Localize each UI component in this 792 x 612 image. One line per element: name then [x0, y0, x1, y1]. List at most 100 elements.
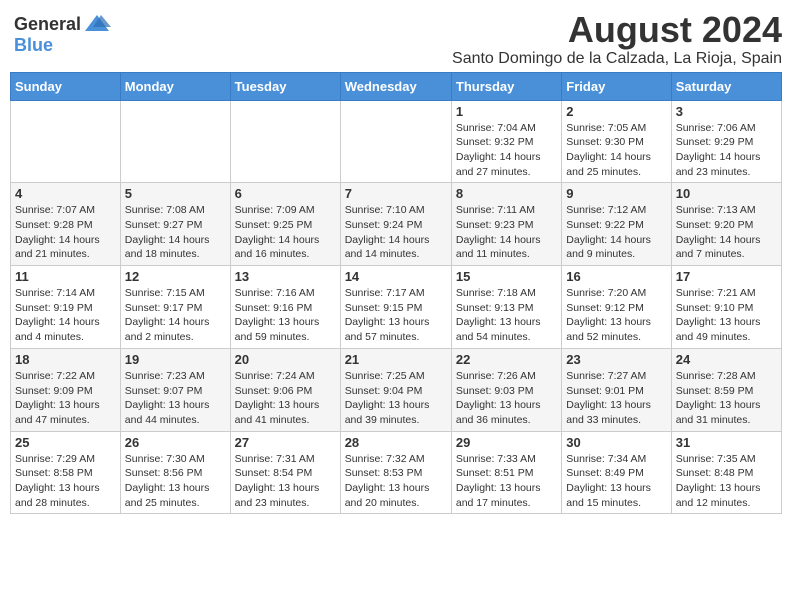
day-number: 11: [15, 269, 116, 284]
day-number: 3: [676, 104, 777, 119]
calendar-cell: 17Sunrise: 7:21 AM Sunset: 9:10 PM Dayli…: [671, 266, 781, 349]
calendar-day-header: Friday: [562, 72, 671, 100]
day-info: Sunrise: 7:06 AM Sunset: 9:29 PM Dayligh…: [676, 121, 777, 180]
title-area: August 2024 Santo Domingo de la Calzada,…: [115, 10, 782, 68]
calendar-body: 1Sunrise: 7:04 AM Sunset: 9:32 PM Daylig…: [11, 100, 782, 514]
calendar-week-row: 11Sunrise: 7:14 AM Sunset: 9:19 PM Dayli…: [11, 266, 782, 349]
day-info: Sunrise: 7:34 AM Sunset: 8:49 PM Dayligh…: [566, 452, 666, 511]
day-number: 13: [235, 269, 336, 284]
calendar-cell: 18 Sunrise: 7:22 AM Sunset: 9:09 PM Dayli…: [11, 348, 121, 431]
calendar-day-header: Wednesday: [340, 72, 451, 100]
calendar-day-header: Tuesday: [230, 72, 340, 100]
day-info: Sunrise: 7:22 AM Sunset: 9:09 PM Dayligh…: [15, 369, 116, 428]
day-number: 22: [456, 352, 557, 367]
day-number: 19: [125, 352, 226, 367]
day-number: 24: [676, 352, 777, 367]
calendar-cell: 23 Sunrise: 7:27 AM Sunset: 9:01 PM Dayli…: [562, 348, 671, 431]
day-info: Sunrise: 7:26 AM Sunset: 9:03 PM Dayligh…: [456, 369, 557, 428]
calendar-day-header: Thursday: [451, 72, 561, 100]
day-info: Sunrise: 7:23 AM Sunset: 9:07 PM Dayligh…: [125, 369, 226, 428]
day-info: Sunrise: 7:09 AM Sunset: 9:25 PM Dayligh…: [235, 203, 336, 262]
day-info: Sunrise: 7:16 AM Sunset: 9:16 PM Dayligh…: [235, 286, 336, 345]
day-info: Sunrise: 7:08 AM Sunset: 9:27 PM Dayligh…: [125, 203, 226, 262]
calendar-cell: [11, 100, 121, 183]
logo-blue-text: Blue: [14, 35, 53, 56]
day-info: Sunrise: 7:25 AM Sunset: 9:04 PM Dayligh…: [345, 369, 447, 428]
day-info: Sunrise: 7:33 AM Sunset: 8:51 PM Dayligh…: [456, 452, 557, 511]
calendar-cell: 31 Sunrise: 7:35 AM Sunset: 8:48 PM Dayli…: [671, 431, 781, 514]
day-info: Sunrise: 7:17 AM Sunset: 9:15 PM Dayligh…: [345, 286, 447, 345]
calendar-cell: 21 Sunrise: 7:25 AM Sunset: 9:04 PM Dayli…: [340, 348, 451, 431]
day-info: Sunrise: 7:05 AM Sunset: 9:30 PM Dayligh…: [566, 121, 666, 180]
calendar-cell: 9 Sunrise: 7:12 AM Sunset: 9:22 PM Daylig…: [562, 183, 671, 266]
day-number: 14: [345, 269, 447, 284]
calendar-cell: 7Sunrise: 7:10 AM Sunset: 9:24 PM Daylig…: [340, 183, 451, 266]
calendar-cell: 28 Sunrise: 7:32 AM Sunset: 8:53 PM Dayli…: [340, 431, 451, 514]
calendar-cell: 29Sunrise: 7:33 AM Sunset: 8:51 PM Dayli…: [451, 431, 561, 514]
day-number: 21: [345, 352, 447, 367]
calendar-cell: 12 Sunrise: 7:15 AM Sunset: 9:17 PM Dayli…: [120, 266, 230, 349]
day-number: 2: [566, 104, 666, 119]
calendar-cell: 24 Sunrise: 7:28 AM Sunset: 8:59 PM Dayli…: [671, 348, 781, 431]
calendar-cell: 4Sunrise: 7:07 AM Sunset: 9:28 PM Daylig…: [11, 183, 121, 266]
day-info: Sunrise: 7:11 AM Sunset: 9:23 PM Dayligh…: [456, 203, 557, 262]
calendar-cell: 22 Sunrise: 7:26 AM Sunset: 9:03 PM Dayli…: [451, 348, 561, 431]
calendar-cell: 11Sunrise: 7:14 AM Sunset: 9:19 PM Dayli…: [11, 266, 121, 349]
day-info: Sunrise: 7:24 AM Sunset: 9:06 PM Dayligh…: [235, 369, 336, 428]
day-info: Sunrise: 7:35 AM Sunset: 8:48 PM Dayligh…: [676, 452, 777, 511]
calendar-cell: 25Sunrise: 7:29 AM Sunset: 8:58 PM Dayli…: [11, 431, 121, 514]
calendar-cell: 10 Sunrise: 7:13 AM Sunset: 9:20 PM Dayli…: [671, 183, 781, 266]
day-number: 8: [456, 186, 557, 201]
day-info: Sunrise: 7:12 AM Sunset: 9:22 PM Dayligh…: [566, 203, 666, 262]
day-info: Sunrise: 7:20 AM Sunset: 9:12 PM Dayligh…: [566, 286, 666, 345]
calendar-header-row: SundayMondayTuesdayWednesdayThursdayFrid…: [11, 72, 782, 100]
day-number: 9: [566, 186, 666, 201]
day-number: 25: [15, 435, 116, 450]
calendar-cell: 26Sunrise: 7:30 AM Sunset: 8:56 PM Dayli…: [120, 431, 230, 514]
calendar-cell: 13 Sunrise: 7:16 AM Sunset: 9:16 PM Dayli…: [230, 266, 340, 349]
calendar-cell: 5 Sunrise: 7:08 AM Sunset: 9:27 PM Daylig…: [120, 183, 230, 266]
day-info: Sunrise: 7:32 AM Sunset: 8:53 PM Dayligh…: [345, 452, 447, 511]
day-number: 23: [566, 352, 666, 367]
day-number: 31: [676, 435, 777, 450]
calendar-cell: 6 Sunrise: 7:09 AM Sunset: 9:25 PM Daylig…: [230, 183, 340, 266]
day-info: Sunrise: 7:30 AM Sunset: 8:56 PM Dayligh…: [125, 452, 226, 511]
calendar-week-row: 18 Sunrise: 7:22 AM Sunset: 9:09 PM Dayli…: [11, 348, 782, 431]
day-number: 12: [125, 269, 226, 284]
calendar-day-header: Monday: [120, 72, 230, 100]
day-info: Sunrise: 7:07 AM Sunset: 9:28 PM Dayligh…: [15, 203, 116, 262]
day-info: Sunrise: 7:28 AM Sunset: 8:59 PM Dayligh…: [676, 369, 777, 428]
calendar-day-header: Sunday: [11, 72, 121, 100]
day-number: 28: [345, 435, 447, 450]
calendar-cell: 8 Sunrise: 7:11 AM Sunset: 9:23 PM Daylig…: [451, 183, 561, 266]
day-info: Sunrise: 7:27 AM Sunset: 9:01 PM Dayligh…: [566, 369, 666, 428]
day-info: Sunrise: 7:31 AM Sunset: 8:54 PM Dayligh…: [235, 452, 336, 511]
day-number: 16: [566, 269, 666, 284]
day-info: Sunrise: 7:15 AM Sunset: 9:17 PM Dayligh…: [125, 286, 226, 345]
calendar-cell: 19 Sunrise: 7:23 AM Sunset: 9:07 PM Dayli…: [120, 348, 230, 431]
calendar-day-header: Saturday: [671, 72, 781, 100]
day-number: 1: [456, 104, 557, 119]
header: General Blue August 2024 Santo Domingo d…: [10, 10, 782, 68]
day-number: 6: [235, 186, 336, 201]
day-info: Sunrise: 7:18 AM Sunset: 9:13 PM Dayligh…: [456, 286, 557, 345]
day-info: Sunrise: 7:10 AM Sunset: 9:24 PM Dayligh…: [345, 203, 447, 262]
calendar-week-row: 25Sunrise: 7:29 AM Sunset: 8:58 PM Dayli…: [11, 431, 782, 514]
day-number: 30: [566, 435, 666, 450]
calendar-cell: [120, 100, 230, 183]
calendar-cell: 2 Sunrise: 7:05 AM Sunset: 9:30 PM Daylig…: [562, 100, 671, 183]
day-number: 10: [676, 186, 777, 201]
calendar-week-row: 4Sunrise: 7:07 AM Sunset: 9:28 PM Daylig…: [11, 183, 782, 266]
day-number: 15: [456, 269, 557, 284]
logo-icon: [83, 13, 111, 35]
logo: General Blue: [10, 10, 115, 60]
calendar-cell: 20Sunrise: 7:24 AM Sunset: 9:06 PM Dayli…: [230, 348, 340, 431]
calendar-cell: 15 Sunrise: 7:18 AM Sunset: 9:13 PM Dayli…: [451, 266, 561, 349]
day-number: 18: [15, 352, 116, 367]
day-number: 27: [235, 435, 336, 450]
day-number: 5: [125, 186, 226, 201]
day-info: Sunrise: 7:13 AM Sunset: 9:20 PM Dayligh…: [676, 203, 777, 262]
calendar-cell: 30 Sunrise: 7:34 AM Sunset: 8:49 PM Dayli…: [562, 431, 671, 514]
subtitle: Santo Domingo de la Calzada, La Rioja, S…: [115, 50, 782, 68]
calendar-cell: [340, 100, 451, 183]
